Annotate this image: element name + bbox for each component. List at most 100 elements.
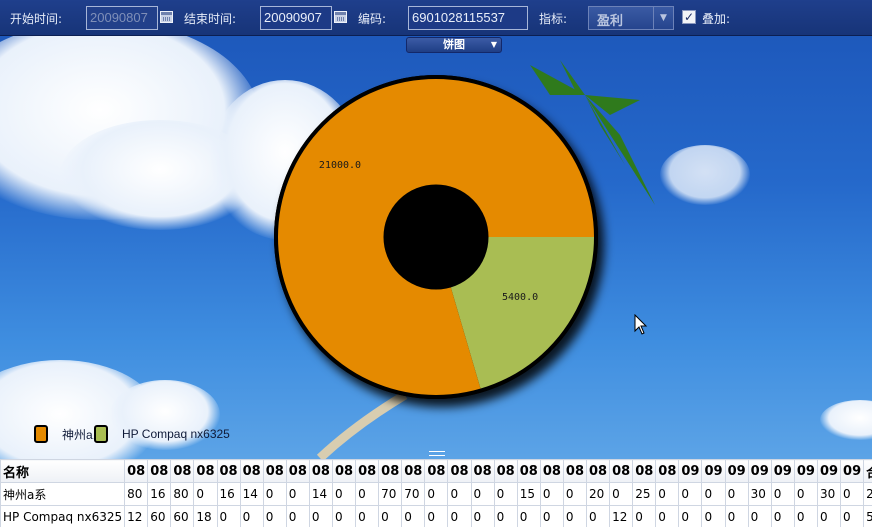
- column-header[interactable]: 09: [747, 459, 772, 483]
- table-cell: 0: [747, 505, 772, 527]
- table-cell: 0: [516, 505, 541, 527]
- table-cell: 60: [170, 505, 195, 527]
- table-cell: 30: [816, 482, 842, 506]
- column-header[interactable]: 08: [401, 459, 426, 483]
- column-header[interactable]: 08: [586, 459, 611, 483]
- table-cell: 30: [747, 482, 772, 506]
- table-cell: 0: [609, 482, 634, 506]
- legend-swatch: [94, 425, 108, 443]
- resize-handle[interactable]: [429, 451, 445, 456]
- table-cell: 12: [609, 505, 634, 527]
- column-header[interactable]: 08: [470, 459, 495, 483]
- table-cell: 0: [701, 482, 726, 506]
- table-cell: 0: [378, 505, 403, 527]
- column-header[interactable]: 08: [124, 459, 149, 483]
- table-cell: 0: [193, 482, 218, 506]
- table-cell: 25: [632, 482, 657, 506]
- column-header[interactable]: 09: [701, 459, 726, 483]
- table-cell: 0: [724, 505, 749, 527]
- column-header[interactable]: 08: [378, 459, 403, 483]
- column-header[interactable]: 08: [285, 459, 310, 483]
- table-cell: 12: [124, 505, 149, 527]
- table-cell: 80: [124, 482, 149, 506]
- column-header[interactable]: 08: [170, 459, 195, 483]
- column-header[interactable]: 09: [724, 459, 749, 483]
- legend-label: HP Compaq nx6325: [122, 427, 230, 441]
- table-cell: 0: [424, 482, 449, 506]
- row-name-cell: 神州a系: [0, 482, 126, 506]
- table-cell: 0: [816, 505, 842, 527]
- column-header[interactable]: 08: [308, 459, 333, 483]
- table-cell: 0: [793, 482, 818, 506]
- table-cell: 0: [308, 505, 333, 527]
- table-cell: 0: [355, 482, 380, 506]
- table-cell: 70: [401, 482, 426, 506]
- table-cell: 18: [193, 505, 218, 527]
- column-header[interactable]: 08: [262, 459, 287, 483]
- table-cell: 0: [447, 482, 472, 506]
- table-cell: 0: [355, 505, 380, 527]
- table-cell: 16: [216, 482, 241, 506]
- table-cell: 0: [470, 482, 495, 506]
- table-row[interactable]: 神州a系 80 16 80 0 16 14 0 0 14 0 0 70 70 0 0 0 0 15 0 0 20 0 25 0 0…: [0, 482, 872, 506]
- table-cell: 0: [678, 505, 703, 527]
- table-cell: 0: [493, 482, 518, 506]
- table-cell: 0: [285, 482, 310, 506]
- table-cell: 0: [331, 505, 357, 527]
- column-header[interactable]: 08: [216, 459, 241, 483]
- table-cell: 0: [539, 505, 564, 527]
- table-cell: 14: [239, 482, 264, 506]
- column-header[interactable]: 08: [493, 459, 518, 483]
- column-header-name[interactable]: 名称: [0, 459, 126, 483]
- column-header[interactable]: 08: [539, 459, 564, 483]
- column-header[interactable]: 08: [632, 459, 657, 483]
- column-header[interactable]: 08: [447, 459, 472, 483]
- grid-header-row: 名称 08 08 08 08 08 08 08 08 08 08 08 08 08 08 08 08 08 08 08…: [0, 459, 872, 483]
- column-header[interactable]: 08: [239, 459, 264, 483]
- table-cell: 0: [493, 505, 518, 527]
- table-cell: 0: [401, 505, 426, 527]
- column-header[interactable]: 08: [424, 459, 449, 483]
- column-header[interactable]: 09: [816, 459, 842, 483]
- table-cell: 0: [655, 482, 680, 506]
- column-header[interactable]: 08: [331, 459, 357, 483]
- legend-swatch: [34, 425, 48, 443]
- table-cell: 0: [724, 482, 749, 506]
- table-cell: 80: [170, 482, 195, 506]
- pie-slice-label: 21000.0: [319, 160, 361, 171]
- table-cell: 15: [516, 482, 541, 506]
- column-header[interactable]: 08: [193, 459, 218, 483]
- table-cell: 0: [678, 482, 703, 506]
- table-cell: 0: [262, 482, 287, 506]
- table-cell: 0: [285, 505, 310, 527]
- column-header[interactable]: 08: [609, 459, 634, 483]
- column-header[interactable]: 09: [840, 459, 865, 483]
- table-cell: 21: [863, 482, 872, 506]
- table-cell: 0: [216, 505, 241, 527]
- column-header[interactable]: 08: [562, 459, 588, 483]
- column-header[interactable]: 09: [770, 459, 795, 483]
- table-cell: 0: [562, 505, 588, 527]
- table-cell: 0: [770, 482, 795, 506]
- table-row[interactable]: HP Compaq nx6325 12 60 60 18 0 0 0 0 0 0 0 0 0 0 0 0 0 0 0 0…: [0, 505, 872, 527]
- table-cell: 0: [701, 505, 726, 527]
- row-name-cell: HP Compaq nx6325: [0, 505, 126, 527]
- legend-item[interactable]: HP Compaq nx6325: [94, 424, 230, 444]
- column-header[interactable]: 08: [147, 459, 172, 483]
- column-header[interactable]: 09: [793, 459, 818, 483]
- table-cell: 70: [378, 482, 403, 506]
- table-cell: 0: [632, 505, 657, 527]
- column-header[interactable]: 08: [355, 459, 380, 483]
- table-cell: 0: [331, 482, 357, 506]
- column-header-total[interactable]: 合计: [863, 459, 872, 483]
- table-cell: 0: [655, 505, 680, 527]
- table-cell: 54: [863, 505, 872, 527]
- column-header[interactable]: 08: [655, 459, 680, 483]
- table-cell: 0: [447, 505, 472, 527]
- column-header[interactable]: 08: [516, 459, 541, 483]
- table-cell: 0: [586, 505, 611, 527]
- column-header[interactable]: 09: [678, 459, 703, 483]
- table-cell: 0: [262, 505, 287, 527]
- data-grid[interactable]: 名称 08 08 08 08 08 08 08 08 08 08 08 08 08 08 08 08 08 08 08…: [0, 459, 872, 527]
- table-cell: 0: [793, 505, 818, 527]
